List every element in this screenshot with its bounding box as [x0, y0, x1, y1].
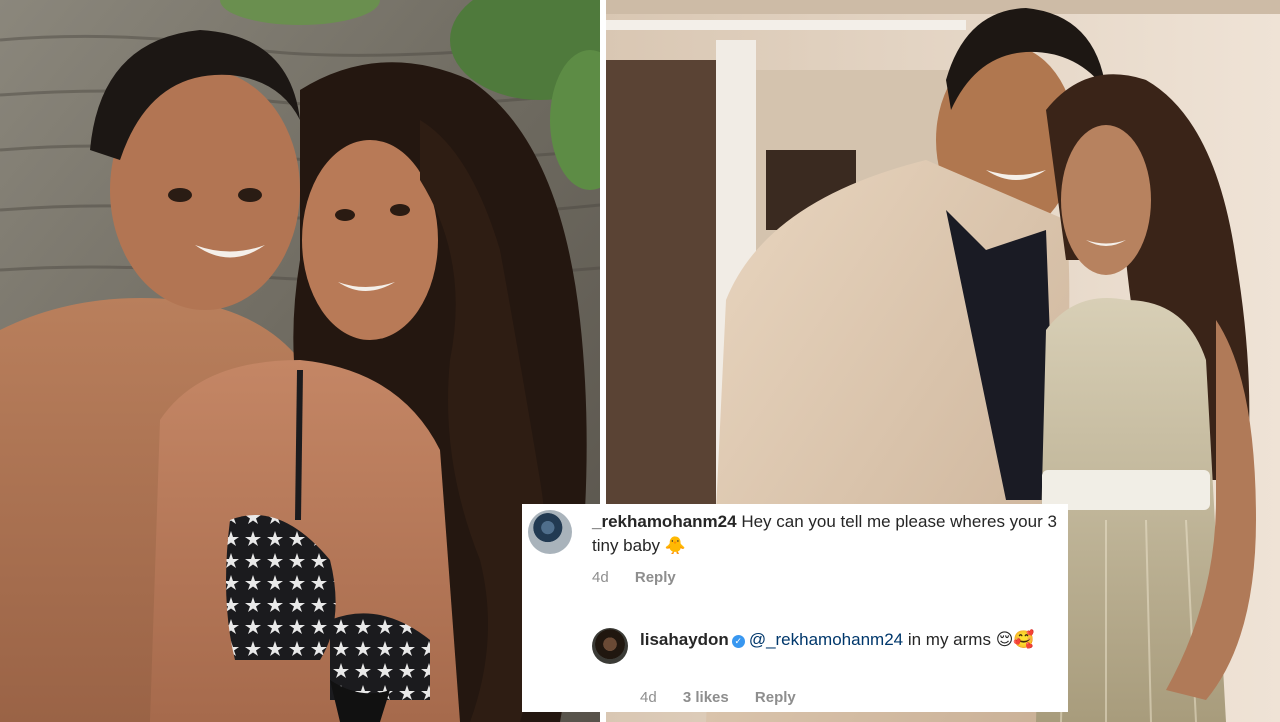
- left-photo: [0, 0, 600, 722]
- reply-mention[interactable]: @_rekhamohanm24: [749, 630, 903, 649]
- reply-button[interactable]: Reply: [635, 569, 676, 586]
- reply-avatar[interactable]: [592, 628, 628, 664]
- chick-emoji: 🐥: [664, 536, 686, 556]
- comment-time: 4d: [592, 569, 609, 586]
- comment-card: _rekhamohanm24 Hey can you tell me pleas…: [522, 504, 1068, 712]
- reply-text: in my arms: [907, 630, 991, 649]
- comment-username[interactable]: _rekhamohanm24: [592, 512, 737, 531]
- reply-button[interactable]: Reply: [755, 689, 796, 706]
- reply-meta: 4d 3 likes Reply: [640, 689, 796, 706]
- commenter-avatar[interactable]: [528, 510, 572, 554]
- reply-username[interactable]: lisahaydon: [640, 630, 729, 649]
- comment-meta: 4d Reply: [592, 569, 676, 586]
- reply-likes[interactable]: 3 likes: [683, 689, 729, 706]
- reply-text-block: lisahaydon ✓ @_rekhamohanm24 in my arms 😌🥰: [640, 628, 1060, 652]
- reply-time: 4d: [640, 689, 657, 706]
- comment-text-block: _rekhamohanm24 Hey can you tell me pleas…: [592, 510, 1062, 558]
- verified-badge-icon: ✓: [731, 635, 745, 648]
- relieved-smiling-hearts-emoji: 😌🥰: [995, 630, 1035, 650]
